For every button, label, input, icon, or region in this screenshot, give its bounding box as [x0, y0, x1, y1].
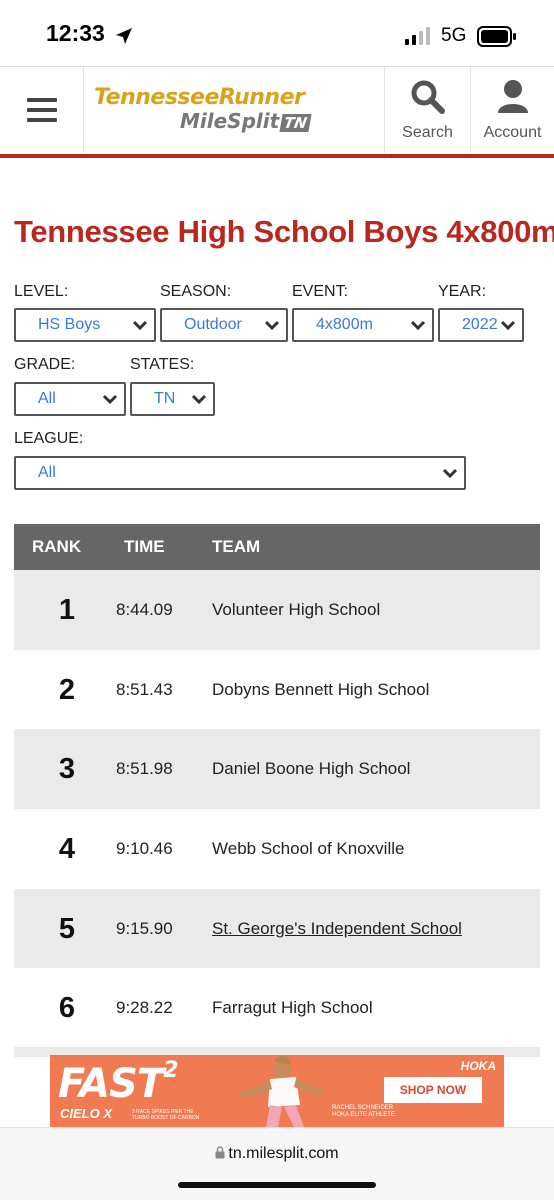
grade-label: GRADE:: [14, 356, 76, 373]
ad-athlete-name: RACHEL SCHNEIDER: [332, 1105, 394, 1111]
location-arrow-icon: [116, 28, 132, 44]
team-cell: Volunteer High School: [212, 600, 381, 619]
season-value: Outdoor: [184, 316, 242, 333]
rankings-table: RANK TIME TEAM 1 8:44.09 Volunteer High …: [14, 524, 540, 1049]
column-header-rank: RANK: [32, 537, 82, 556]
chevron-down-icon: [500, 320, 516, 330]
cellular-signal-icon: [405, 27, 430, 45]
rank-cell: 6: [58, 992, 76, 1025]
account-label: Account: [483, 124, 542, 141]
table-header: RANK TIME TEAM: [14, 524, 540, 570]
chevron-down-icon: [410, 320, 426, 330]
year-label: YEAR:: [438, 283, 487, 300]
search-button[interactable]: Search: [384, 67, 470, 153]
network-type: 5G: [441, 25, 467, 46]
team-link[interactable]: St. George's Independent School: [212, 919, 462, 939]
time-cell: 9:10.46: [116, 839, 173, 859]
states-value: TN: [154, 390, 176, 407]
chevron-down-icon: [264, 320, 280, 330]
search-icon: [411, 80, 445, 114]
table-row: 6 9:28.22 Farragut High School: [14, 968, 540, 1049]
league-label: LEAGUE:: [14, 430, 84, 447]
team-cell: Webb School of Knoxville: [212, 839, 405, 859]
athlete-image: [240, 1056, 324, 1127]
team-cell: Dobyns Bennett High School: [212, 679, 430, 699]
year-value: 2022: [462, 316, 498, 333]
table-row: 5 9:15.90 St. George's Independent Schoo…: [14, 888, 540, 969]
time-cell: 8:51.43: [116, 679, 173, 699]
home-indicator[interactable]: [178, 1182, 376, 1188]
level-label: LEVEL:: [14, 283, 69, 300]
address-bar[interactable]: tn.milesplit.com: [0, 1145, 554, 1163]
account-button[interactable]: Account: [470, 67, 554, 153]
chevron-down-icon: [442, 468, 458, 478]
ad-banner[interactable]: FAST2 CIELO X 3 RACE SPIKES PAIR THE TUR…: [50, 1055, 504, 1127]
table-row: 3 8:51.98 Daniel Boone High School: [14, 729, 540, 810]
event-select[interactable]: 4x800m: [292, 308, 434, 342]
time-cell: 8:51.98: [116, 759, 173, 779]
level-value: HS Boys: [38, 316, 101, 333]
page-title: Tennessee High School Boys 4x800m: [14, 214, 554, 249]
user-icon: [498, 80, 528, 113]
rank-cell: 2: [58, 673, 76, 706]
year-select[interactable]: 2022: [438, 308, 524, 342]
status-time: 12:33: [46, 20, 105, 46]
chevron-down-icon: [191, 394, 207, 404]
header-accent-line: [0, 154, 554, 158]
team-cell: Farragut High School: [212, 998, 373, 1018]
rank-cell: 4: [58, 833, 76, 866]
event-value: 4x800m: [316, 316, 373, 333]
rank-cell: 3: [58, 753, 76, 786]
season-select[interactable]: Outdoor: [160, 308, 288, 342]
site-logo[interactable]: TennesseeRunner MileSplit TN: [94, 85, 314, 141]
time-cell: 8:44.09: [116, 600, 173, 619]
chevron-down-icon: [132, 320, 148, 330]
ad-headline-text: FAST: [58, 1061, 164, 1107]
logo-milesplit: MileSplit TN: [180, 109, 312, 133]
table-row: 2 8:51.43 Dobyns Bennett High School: [14, 649, 540, 730]
level-select[interactable]: HS Boys: [14, 308, 156, 342]
battery-icon: [477, 26, 516, 47]
site-header: TennesseeRunner MileSplit TN Search Accou…: [0, 66, 554, 158]
ad-headline: FAST2: [58, 1057, 179, 1107]
league-select[interactable]: All: [14, 456, 466, 490]
event-label: EVENT:: [292, 283, 349, 300]
table-row: 4 9:10.46 Webb School of Knoxville: [14, 809, 540, 889]
time-cell: 9:28.22: [116, 998, 173, 1018]
url-text: tn.milesplit.com: [228, 1145, 339, 1162]
rank-cell: 5: [58, 912, 76, 945]
lock-icon: [215, 1146, 225, 1159]
season-label: SEASON:: [160, 283, 232, 300]
hamburger-icon: [26, 98, 57, 122]
ad-tagline: 3 RACE SPIKES PAIR THE TURBO BOOST OF CA…: [132, 1109, 200, 1121]
grade-value: All: [38, 390, 56, 407]
logo-wordmark: TennesseeRunner: [94, 85, 305, 110]
ad-product: CIELO X: [60, 1106, 113, 1121]
menu-button[interactable]: [0, 67, 84, 153]
ad-athlete-credit: RACHEL SCHNEIDER HOKA ELITE ATHLETE: [332, 1105, 395, 1119]
grade-select[interactable]: All: [14, 382, 126, 416]
rank-cell: 1: [58, 594, 76, 626]
shop-now-button[interactable]: SHOP NOW: [384, 1077, 482, 1103]
ad-athlete-title: HOKA ELITE ATHLETE: [332, 1112, 395, 1118]
search-label: Search: [402, 124, 453, 141]
logo-milesplit-text: MileSplit: [180, 109, 280, 133]
team-cell: Daniel Boone High School: [212, 759, 411, 779]
states-select[interactable]: TN: [130, 382, 215, 416]
column-header-time: TIME: [124, 537, 165, 556]
browser-bottom-bar: tn.milesplit.com: [0, 1127, 554, 1200]
ad-headline-sup: 2: [163, 1057, 178, 1083]
chevron-down-icon: [102, 394, 118, 404]
league-value: All: [38, 464, 56, 481]
table-row: 1 8:44.09 Volunteer High School: [14, 570, 540, 650]
time-cell: 9:15.90: [116, 918, 173, 938]
ad-brand: HOKA: [460, 1059, 496, 1073]
states-label: STATES:: [130, 356, 195, 373]
logo-state-badge: TN: [279, 114, 312, 132]
column-header-team: TEAM: [212, 537, 261, 556]
status-bar: 12:33 5G: [0, 0, 554, 66]
